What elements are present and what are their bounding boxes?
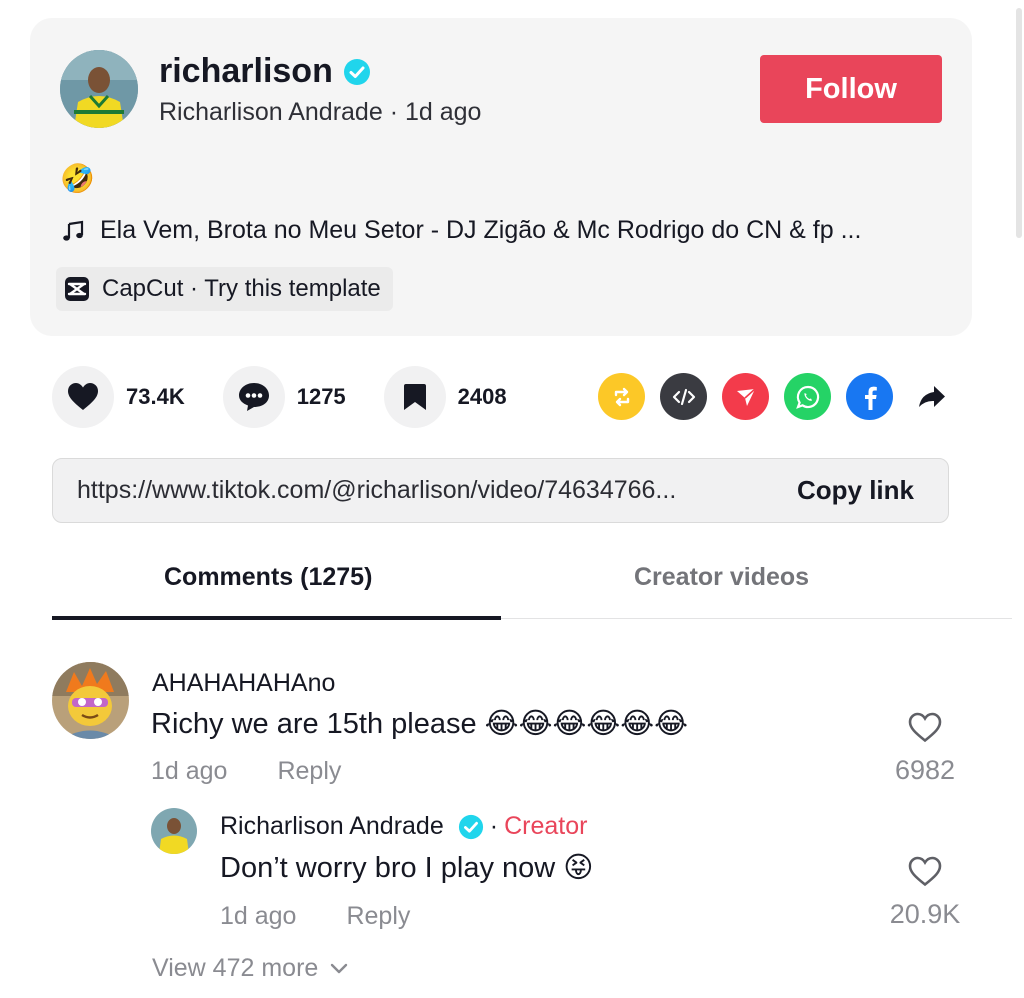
like-action[interactable]: 73.4K — [52, 366, 185, 428]
comment-time: 1d ago — [151, 757, 228, 785]
music-link[interactable]: Ela Vem, Brota no Meu Setor - DJ Zigão &… — [62, 216, 861, 245]
view-more-replies[interactable]: View 472 more — [152, 954, 348, 983]
author-display-name[interactable]: Richarlison Andrade — [159, 98, 383, 126]
whatsapp-icon[interactable] — [784, 373, 831, 420]
verified-badge-icon — [458, 814, 483, 839]
share-arrow-icon[interactable] — [908, 373, 955, 420]
comment-bubble-icon — [238, 383, 269, 411]
chevron-down-icon — [331, 963, 348, 973]
capcut-label: CapCut · Try this template — [102, 275, 381, 302]
music-note-icon — [63, 220, 84, 241]
author-avatar[interactable] — [60, 50, 138, 128]
comment-action[interactable]: 1275 — [222, 366, 346, 428]
reply-reply-button[interactable]: Reply — [346, 902, 410, 931]
commenter-username[interactable]: AHAHAHAHAno — [152, 669, 335, 698]
like-count: 73.4K — [126, 384, 185, 409]
separator-dot: · — [389, 98, 405, 126]
music-title: Ela Vem, Brota no Meu Setor - DJ Zigão &… — [100, 216, 862, 244]
save-count: 2408 — [457, 384, 507, 409]
post-caption: 🤣 — [60, 163, 95, 194]
reply-button[interactable]: Reply — [277, 757, 341, 786]
heart-outline-icon[interactable] — [908, 712, 942, 743]
capcut-template-link[interactable]: CapCut · Try this template — [56, 267, 393, 311]
author-username[interactable]: richarlison — [159, 52, 333, 91]
tab-comments[interactable]: Comments (1275) — [164, 563, 372, 592]
reply-text: Don’t worry bro I play now 😝 — [220, 852, 594, 884]
facebook-icon[interactable] — [846, 373, 893, 420]
action-bar: 73.4K 1275 2408 — [52, 366, 545, 428]
embed-icon[interactable] — [660, 373, 707, 420]
post-info-card: richarlison Richarlison Andrade · 1d ago… — [30, 18, 972, 336]
reply-username[interactable]: Richarlison Andrade — [220, 812, 444, 841]
repost-icon[interactable] — [598, 373, 645, 420]
save-action[interactable]: 2408 — [383, 366, 507, 428]
reply-like[interactable]: 20.9K — [870, 856, 980, 930]
comment-count: 1275 — [296, 384, 346, 409]
creator-badge: Creator — [504, 812, 588, 840]
comment-like-count: 6982 — [894, 755, 956, 785]
copy-link-button[interactable]: Copy link — [797, 475, 914, 506]
post-age: 1d ago — [404, 98, 482, 126]
save-button[interactable] — [383, 366, 446, 428]
active-tab-indicator — [52, 616, 501, 620]
comment-button[interactable] — [222, 366, 285, 428]
author-subline: Richarlison Andrade · 1d ago — [159, 98, 481, 127]
comment-like[interactable]: 6982 — [870, 712, 980, 786]
comment-meta: 1d ago Reply — [151, 757, 341, 786]
commenter-avatar[interactable] — [52, 662, 129, 739]
reply-meta: 1d ago Reply — [220, 902, 410, 931]
capcut-icon — [65, 277, 89, 301]
view-more-label: View 472 more — [152, 954, 319, 982]
scrollbar-thumb[interactable] — [1016, 8, 1022, 238]
reply-time: 1d ago — [220, 902, 297, 930]
comment-text: Richy we are 15th please 😂😂😂😂😂😂 — [151, 708, 688, 740]
scrollbar[interactable] — [1012, 0, 1024, 240]
verified-badge-icon — [343, 58, 370, 85]
reply-like-count: 20.9K — [889, 899, 961, 929]
reply-header: Richarlison Andrade · Creator — [220, 812, 587, 841]
link-bar: https://www.tiktok.com/@richarlison/vide… — [52, 458, 949, 523]
badge-separator: · — [489, 812, 499, 840]
send-icon[interactable] — [722, 373, 769, 420]
share-icons — [598, 373, 955, 420]
comment-tabs: Comments (1275) Creator videos — [52, 553, 1012, 620]
video-url[interactable]: https://www.tiktok.com/@richarlison/vide… — [77, 476, 676, 505]
follow-button[interactable]: Follow — [760, 55, 942, 123]
heart-outline-icon[interactable] — [908, 856, 942, 887]
heart-icon — [68, 383, 98, 410]
tab-creator-videos[interactable]: Creator videos — [634, 563, 809, 592]
like-button[interactable] — [52, 366, 114, 428]
reply-avatar[interactable] — [151, 808, 197, 854]
bookmark-icon — [403, 384, 426, 410]
